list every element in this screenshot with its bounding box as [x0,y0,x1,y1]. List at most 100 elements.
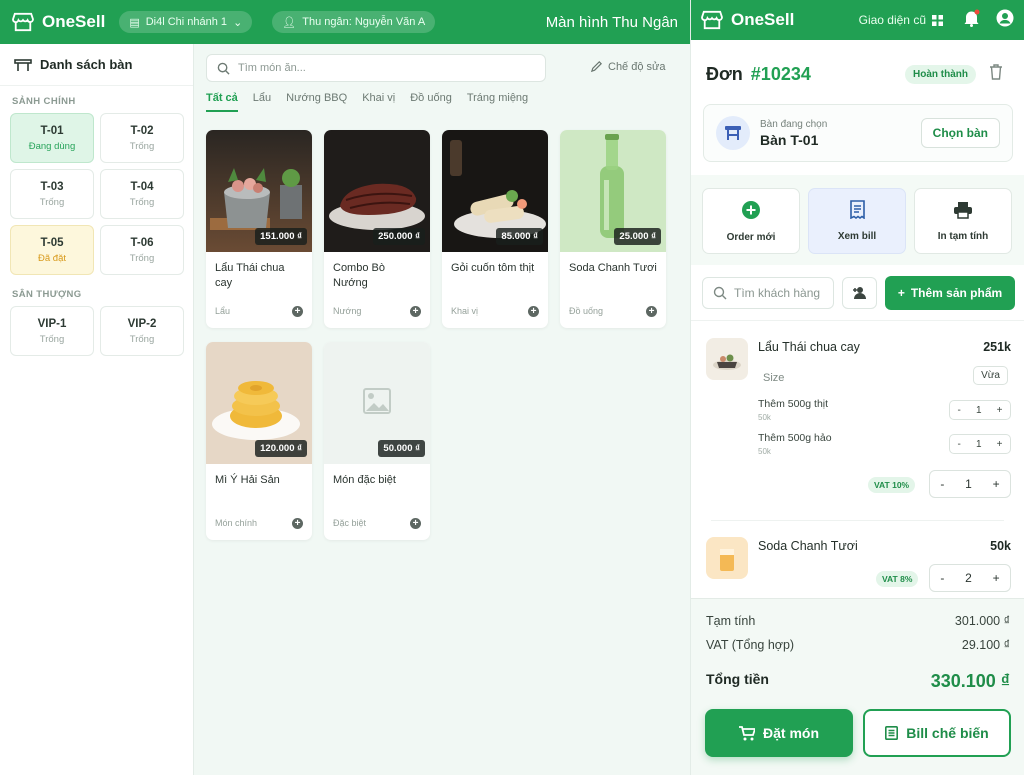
category-tab[interactable]: Tráng miệng [467,90,528,112]
option-name: Thêm 500g hảo [758,432,832,444]
action-label: In tạm tính [937,230,989,242]
edit-mode-button[interactable]: Chế độ sửa [590,60,666,73]
product-price: 250.000 ₫ [373,228,425,245]
section-label: SẢNH CHÍNH [12,96,76,107]
branch-selector[interactable]: ▤ Di4l Chi nhánh 1 ⌄ [119,11,253,33]
table-card[interactable]: T-02 Trống [100,113,184,163]
total-row: Tổng tiền 330.100 ₫ [706,671,1010,692]
table-card[interactable]: T-04 Trống [100,169,184,219]
product-card[interactable]: 151.000 ₫ Lẩu Thái chua cay Lẩu + [206,130,312,328]
vat-badge: VAT 8% [876,571,919,587]
add-product-icon[interactable]: + [528,306,539,317]
status-badge: Hoàn thành [905,65,976,84]
cart-item-thumbnail [706,537,748,579]
customer-search-input[interactable]: Tìm khách hàng [702,277,834,309]
product-name: Lẩu Thái chua cay [215,262,285,289]
action-button[interactable]: Xem bill [808,188,906,254]
category-tab[interactable]: Lẩu [253,90,271,112]
product-name: Soda Chanh Tươi [569,262,657,274]
plus-button[interactable]: + [997,405,1003,416]
product-card[interactable]: 85.000 ₫ Gỏi cuốn tôm thịt Khai vị + [442,130,548,328]
printer-icon [953,201,973,222]
brand-name: OneSell [731,10,795,29]
sidebar-header: Danh sách bàn [0,44,193,86]
size-label: Size [763,372,785,384]
old-ui-toggle[interactable]: Giao diện cũ [859,13,943,27]
table-name: T-04 [130,180,154,193]
add-product-button[interactable]: + Thêm sản phẩm [885,276,1015,310]
product-category: Lẩu [215,306,231,316]
product-category: Món chính [215,518,258,528]
add-product-icon[interactable]: + [646,306,657,317]
minus-button[interactable]: - [940,571,944,585]
brand[interactable]: OneSell [12,12,105,32]
subtotal-label: Tạm tính [706,614,756,628]
category-tab[interactable]: Khai vị [362,90,395,112]
choose-table-button[interactable]: Chọn bàn [920,118,1000,148]
selected-table-name: Bàn T-01 [760,131,819,148]
option-qty-stepper: - 1 + [949,400,1011,420]
store-icon [12,12,34,32]
add-product-icon[interactable]: + [292,306,303,317]
sidebar-title: Danh sách bàn [40,57,133,72]
search-icon [217,62,230,75]
table-card[interactable]: T-06 Trống [100,225,184,275]
plus-button[interactable]: + [993,477,1000,491]
table-card[interactable]: T-05 Đã đặt [10,225,94,275]
product-image: 50.000 ₫ [324,342,430,464]
plus-icon: + [897,286,905,300]
menu-search-input[interactable]: Tìm món ăn... [206,54,546,82]
pos-app: OneSell ▤ Di4l Chi nhánh 1 ⌄ 👤︎ Thu ngân… [0,0,1024,775]
total-value: 330.100 ₫ [930,671,1010,691]
brand-right[interactable]: OneSell [701,10,794,30]
category-tab[interactable]: Đồ uống [410,90,452,112]
divider [691,320,1024,321]
table-card[interactable]: T-03 Trống [10,169,94,219]
minus-button[interactable]: - [958,405,961,416]
order-label: Đơn [706,64,743,84]
product-price: 151.000 ₫ [255,228,307,245]
old-ui-label: Giao diện cũ [858,13,926,27]
item-qty: 2 [965,571,972,585]
menu-area: Tìm món ăn... Chế độ sửa Tất cả Lẩu Nướng … [194,44,690,775]
plus-button[interactable]: + [993,571,1000,585]
product-card[interactable]: 250.000 ₫ Combo Bò Nướng Nướng + [324,130,430,328]
add-product-icon[interactable]: + [410,306,421,317]
table-card[interactable]: VIP-1 Trống [10,306,94,356]
category-tab[interactable]: Nướng BBQ [286,90,347,112]
subtotal-row: Tạm tính 301.000 ₫ [706,614,1010,628]
product-card[interactable]: 25.000 ₫ Soda Chanh Tươi Đồ uống + [560,130,666,328]
category-tab[interactable]: Tất cả [206,90,238,112]
kitchen-bill-button[interactable]: Bill chế biến [863,709,1011,757]
table-card[interactable]: VIP-2 Trống [100,306,184,356]
table-card[interactable]: T-01 Đang dùng [10,113,94,163]
pencil-icon [590,61,602,73]
add-product-icon[interactable]: + [292,518,303,529]
product-card[interactable]: 120.000 ₫ Mì Ý Hải Sản Món chính + [206,342,312,540]
total-label: Tổng tiền [706,671,769,687]
product-card[interactable]: 50.000 ₫ Món đặc biệt Đặc biệt + [324,342,430,540]
user-menu-button[interactable] [996,9,1014,32]
action-button[interactable]: In tạm tính [914,188,1012,254]
search-icon [713,286,727,300]
place-order-button[interactable]: Đặt món [705,709,853,757]
minus-button[interactable]: - [940,477,944,491]
delete-order-button[interactable] [989,64,1003,85]
selected-table-card: Bàn đang chọn Bàn T-01 Chọn bàn [703,104,1013,162]
product-category: Đặc biệt [333,518,367,528]
order-actions: Order mới Xem bill In tạm tính [702,188,1012,254]
add-customer-button[interactable] [842,277,877,309]
product-category: Đồ uống [569,306,604,316]
list-icon [885,726,899,740]
size-select[interactable]: Vừa [973,366,1008,385]
plus-button[interactable]: + [997,439,1003,450]
notification-button[interactable] [963,9,980,32]
action-button[interactable]: Order mới [702,188,800,254]
action-label: Xem bill [837,231,877,242]
minus-button[interactable]: - [958,439,961,450]
add-product-icon[interactable]: + [410,518,421,529]
table-status: Trống [129,333,155,345]
order-number: #10234 [750,64,811,84]
option-qty: 1 [975,404,982,416]
option-item: Thêm 500g hảo 50k [758,432,832,456]
